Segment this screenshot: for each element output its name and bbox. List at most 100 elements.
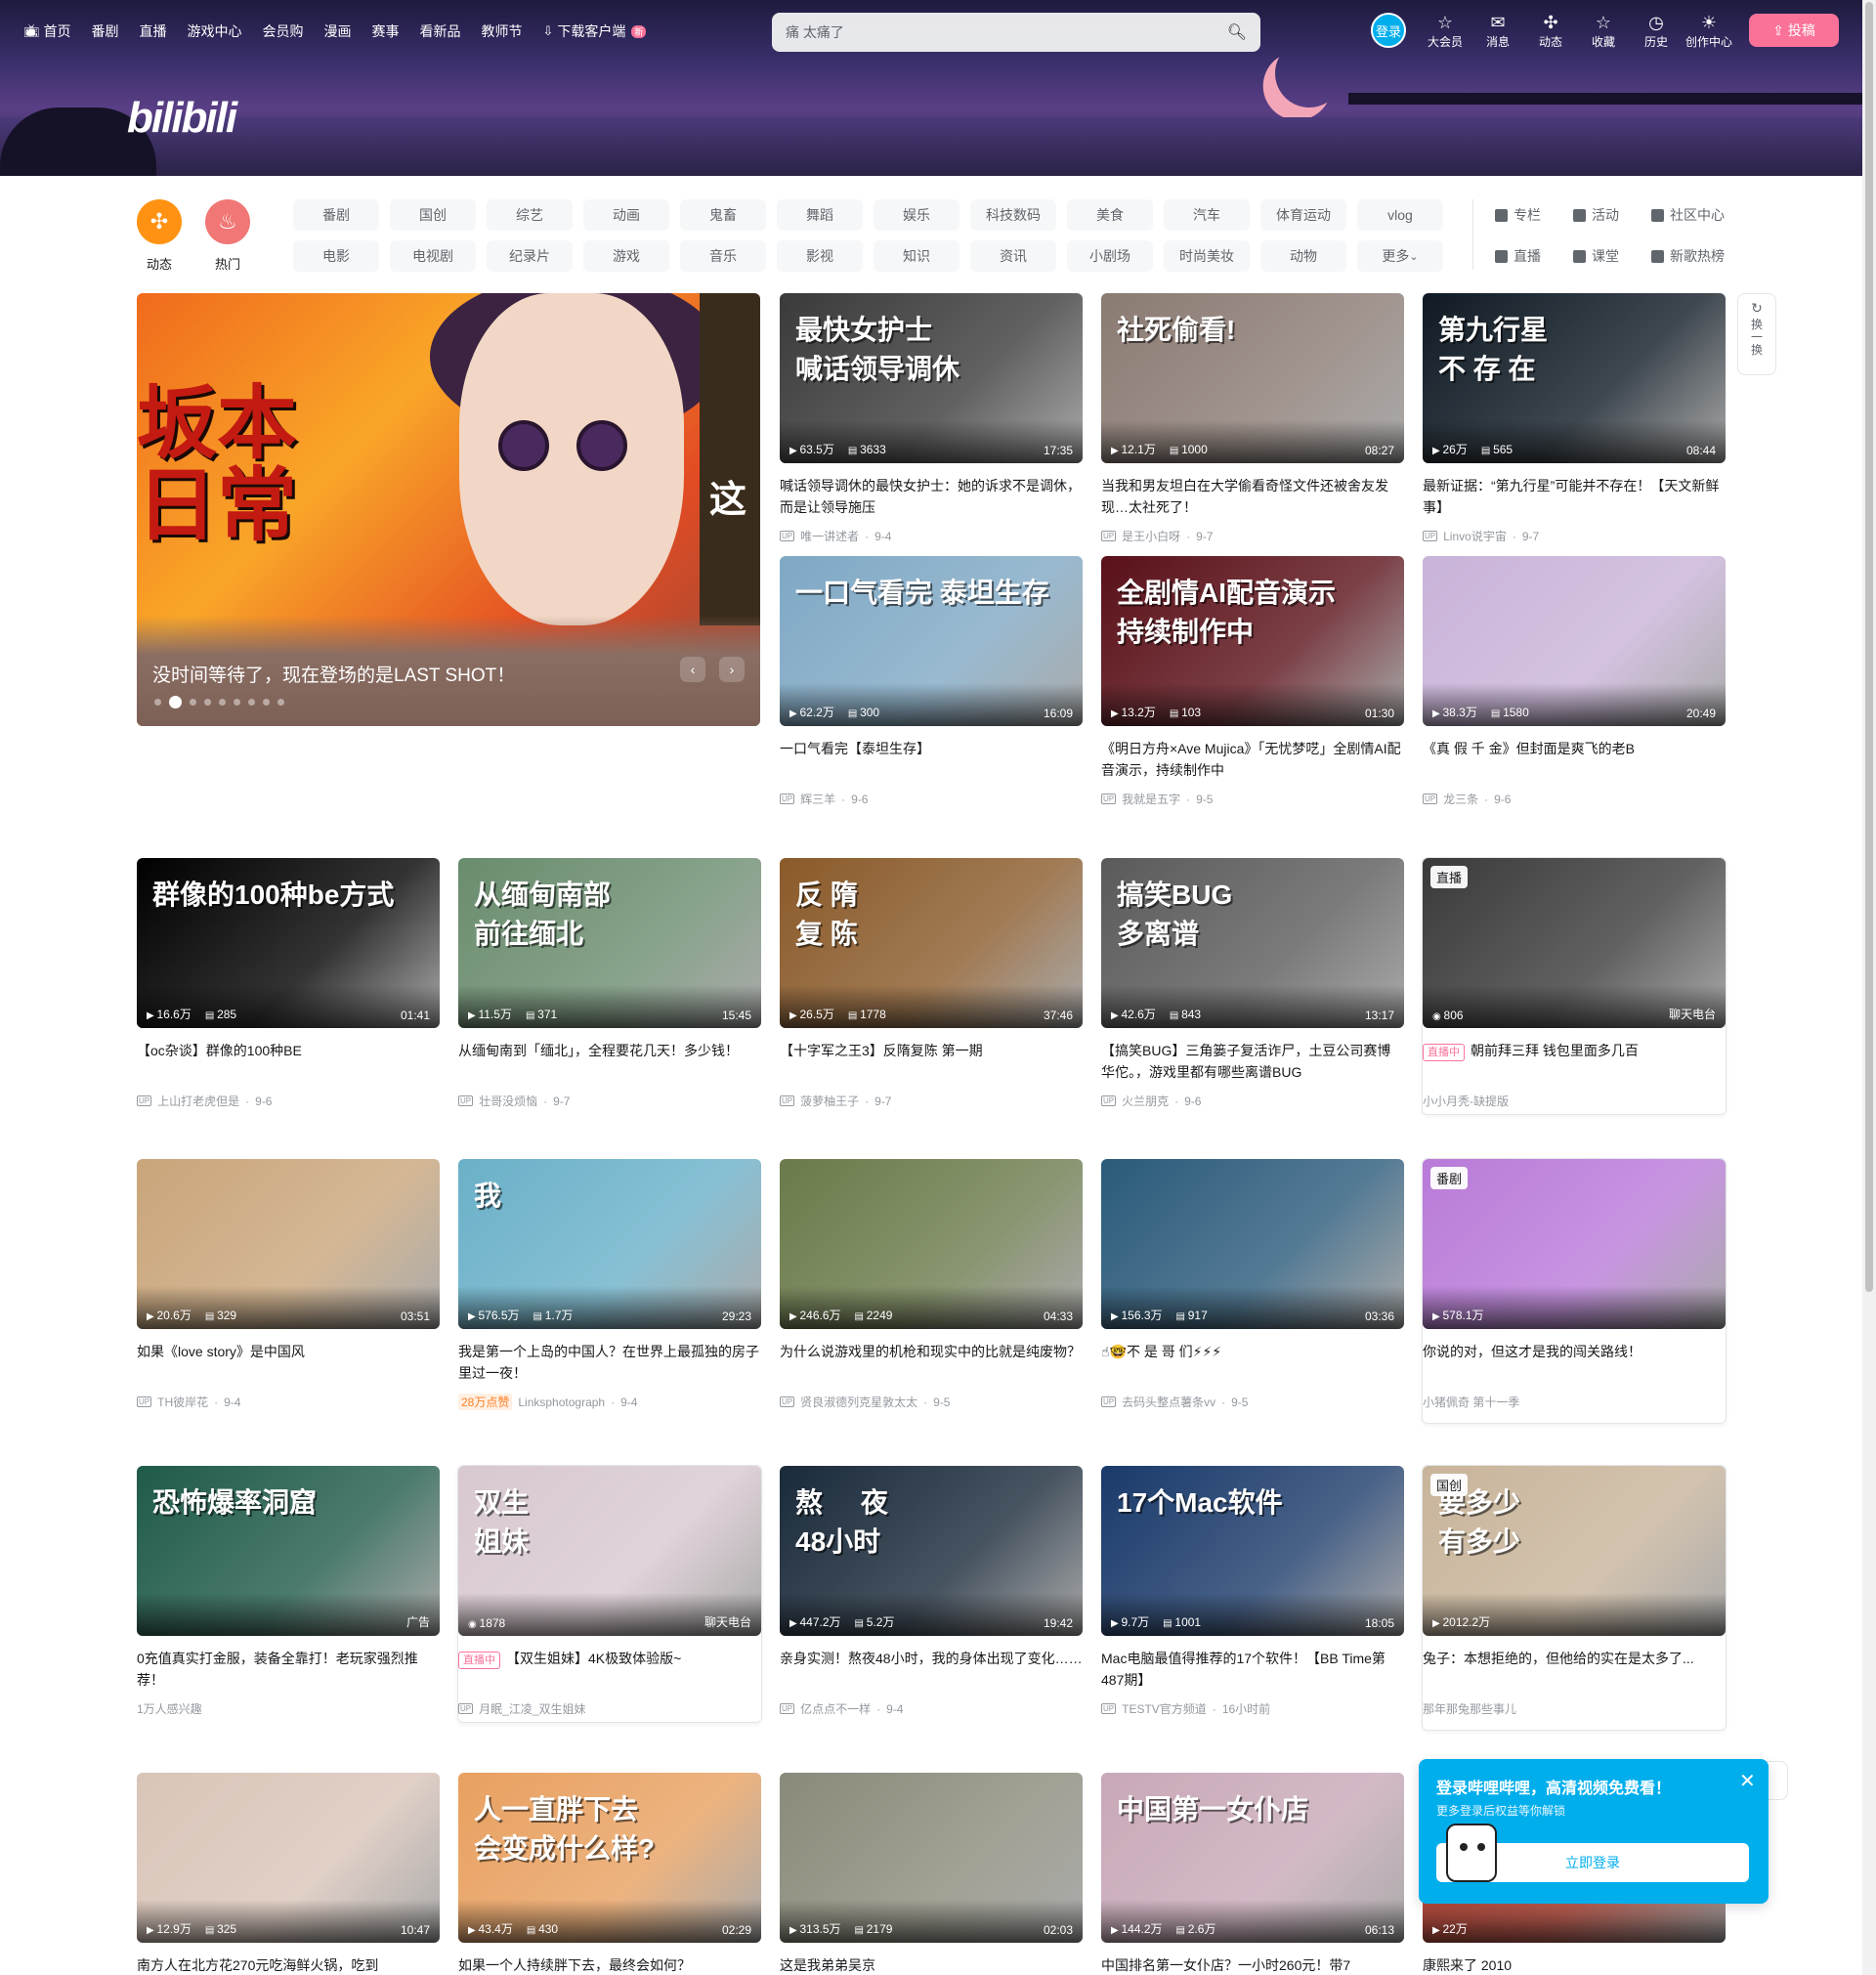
carousel-dot[interactable] xyxy=(263,699,270,706)
video-title[interactable]: 《明日方舟×Ave Mujica》「无忧梦呓」全剧情AI配音演示，持续制作中 xyxy=(1101,738,1404,781)
video-title[interactable]: 康熙来了 2010 xyxy=(1423,1954,1726,1975)
channel-6[interactable]: 娱乐 xyxy=(874,199,959,231)
video-card[interactable]: ▶ 38.3万 ▤ 1580 20:49 《真 假 千 金》但封面是爽飞的老B UP 龙三… xyxy=(1423,556,1726,807)
video-title[interactable]: 从缅甸南到「缅北」，全程要花几天！多少钱！ xyxy=(458,1040,761,1083)
video-card[interactable]: 直播 ◉ 806 聊天电台直播中 朝前拜三拜 钱包里面多几百小小月秃-缺提版 xyxy=(1423,858,1726,1109)
channel-0[interactable]: 番剧 xyxy=(293,199,379,231)
video-author[interactable]: 贤良淑德列克星敦太太 xyxy=(800,1394,917,1410)
channel-9[interactable]: 汽车 xyxy=(1164,199,1250,231)
quick-dynamic[interactable]: ✣ 动态 xyxy=(137,199,182,273)
video-title[interactable]: 【oc杂谈】群像的100种BE xyxy=(137,1040,440,1083)
right-nav-item[interactable]: ☆ 收藏 xyxy=(1577,12,1630,50)
video-card[interactable]: 熬 夜 48小时 ▶ 447.2万 ▤ 5.2万 19:42 亲身实测！熬夜48小时，我… xyxy=(780,1466,1083,1717)
channel-2[interactable]: 综艺 xyxy=(487,199,573,231)
video-author[interactable]: 1万人感兴趣 xyxy=(137,1700,202,1717)
carousel-dot[interactable] xyxy=(154,699,161,706)
video-title[interactable]: 一口气看完【泰坦生存】 xyxy=(780,738,1083,781)
carousel-dot-active[interactable] xyxy=(169,696,182,708)
video-thumbnail[interactable]: 一口气看完 泰坦生存 ▶ 62.2万 ▤ 300 16:09 xyxy=(780,556,1083,726)
video-thumbnail[interactable]: 直播 ◉ 806 聊天电台 xyxy=(1423,858,1726,1028)
right-nav-item[interactable]: ◷ 历史 xyxy=(1630,12,1683,50)
video-card[interactable]: 从缅甸南部 前往缅北 ▶ 11.5万 ▤ 371 15:45 从缅甸南到「缅北」，全程要… xyxy=(458,858,761,1109)
video-title[interactable]: 《真 假 千 金》但封面是爽飞的老B xyxy=(1423,738,1726,781)
video-card[interactable]: 中国第一女仆店 ▶ 144.2万 ▤ 2.6万 06:13 中国排名第一女仆店？一小时2… xyxy=(1101,1773,1404,1975)
video-author[interactable]: 小猪佩奇 第十一季 xyxy=(1423,1394,1519,1410)
side-link[interactable]: 活动 xyxy=(1573,205,1619,225)
video-author[interactable]: 小小月秃-缺提版 xyxy=(1423,1093,1509,1109)
video-thumbnail[interactable]: 番剧 ▶ 578.1万 xyxy=(1423,1159,1726,1329)
channel-3[interactable]: 动画 xyxy=(583,199,669,231)
channel-5[interactable]: 舞蹈 xyxy=(777,199,863,231)
carousel-dot[interactable] xyxy=(219,699,226,706)
video-thumbnail[interactable]: 搞笑BUG 多离谱 ▶ 42.6万 ▤ 843 13:17 xyxy=(1101,858,1404,1028)
video-thumbnail[interactable]: 社死偷看! ▶ 12.1万 ▤ 1000 08:27 xyxy=(1101,293,1404,463)
video-card[interactable]: 一口气看完 泰坦生存 ▶ 62.2万 ▤ 300 16:09 一口气看完【泰坦生存】 UP… xyxy=(780,556,1083,807)
video-card[interactable]: 社死偷看! ▶ 12.1万 ▤ 1000 08:27 当我和男友坦白在大学偷看奇怪文件还… xyxy=(1101,293,1404,544)
video-card[interactable]: ▶ 313.5万 ▤ 2179 02:03 这是我弟弟吴京 xyxy=(780,1773,1083,1975)
video-thumbnail[interactable]: ▶ 12.9万 ▤ 325 10:47 xyxy=(137,1773,440,1943)
side-link[interactable]: 专栏 xyxy=(1495,205,1541,225)
nav-item[interactable]: 番剧 xyxy=(92,21,119,41)
video-author[interactable]: 菠萝柚王子 xyxy=(800,1093,859,1109)
quick-hot[interactable]: ♨ 热门 xyxy=(205,199,250,273)
video-title[interactable]: 我是第一个上岛的中国人？在世界上最孤独的房子里过一夜！ xyxy=(458,1341,761,1384)
video-card[interactable]: 我 ▶ 576.5万 ▤ 1.7万 29:23 我是第一个上岛的中国人？在世界上最孤独的… xyxy=(458,1159,761,1410)
nav-item[interactable]: 直播 xyxy=(140,21,167,41)
video-card[interactable]: 最快女护士 喊话领导调休 ▶ 63.5万 ▤ 3633 17:35 喊话领导调休的最快女… xyxy=(780,293,1083,544)
video-card[interactable]: 人一直胖下去 会变成什么样? ▶ 43.4万 ▤ 430 02:29 如果一个人持续胖下… xyxy=(458,1773,761,1975)
video-thumbnail[interactable]: 从缅甸南部 前往缅北 ▶ 11.5万 ▤ 371 15:45 xyxy=(458,858,761,1028)
channel-23[interactable]: 更多 ⌄ xyxy=(1357,240,1443,272)
video-author[interactable]: TESTV官方频道 xyxy=(1122,1700,1207,1717)
video-title[interactable]: 为什么说游戏里的机枪和现实中的比就是纯废物？ xyxy=(780,1341,1083,1384)
video-title[interactable]: 如果《love story》是中国风 xyxy=(137,1341,440,1384)
video-thumbnail[interactable]: ▶ 38.3万 ▤ 1580 20:49 xyxy=(1423,556,1726,726)
video-thumbnail[interactable]: 双生 姐妹 ◉ 1878 聊天电台 xyxy=(458,1466,761,1636)
video-card[interactable]: 群像的100种be方式 ▶ 16.6万 ▤ 285 01:41 【oc杂谈】群像的100… xyxy=(137,858,440,1109)
channel-12[interactable]: 电影 xyxy=(293,240,379,272)
video-author[interactable]: 唯一讲述者 xyxy=(800,528,859,544)
channel-13[interactable]: 电视剧 xyxy=(390,240,476,272)
video-card[interactable]: ▶ 20.6万 ▤ 329 03:51 如果《love story》是中国风 UP TH彼… xyxy=(137,1159,440,1410)
search-input[interactable] xyxy=(786,24,1227,40)
video-card[interactable]: 恐怖爆率洞窟 广告 0充值真实打金服，装备全靠打！老玩家强烈推荐！ 1万人感兴趣 xyxy=(137,1466,440,1717)
close-icon[interactable]: ✕ xyxy=(1739,1769,1756,1793)
video-title[interactable]: 最新证据：“第九行星”可能并不存在！【天文新鲜事】 xyxy=(1423,475,1726,518)
channel-15[interactable]: 游戏 xyxy=(583,240,669,272)
video-author[interactable]: Linksphotograph xyxy=(518,1395,605,1409)
carousel-dot[interactable] xyxy=(204,699,211,706)
right-nav-item[interactable]: ☀ 创作中心 xyxy=(1683,12,1735,50)
video-title[interactable]: 当我和男友坦白在大学偷看奇怪文件还被舍友发现…太社死了！ xyxy=(1101,475,1404,518)
video-card[interactable]: 全剧情AI配音演示 持续制作中 ▶ 13.2万 ▤ 103 01:30 《明日方舟×Av… xyxy=(1101,556,1404,807)
refresh-button[interactable]: ↻ 换一换 xyxy=(1737,293,1776,375)
channel-10[interactable]: 体育运动 xyxy=(1260,199,1346,231)
video-author[interactable]: 上山打老虎但是 xyxy=(157,1093,239,1109)
video-author[interactable]: 那年那兔那些事儿 xyxy=(1423,1700,1516,1717)
channel-1[interactable]: 国创 xyxy=(390,199,476,231)
nav-item[interactable]: 📺︎ 首页 xyxy=(23,21,71,41)
video-author[interactable]: 去码头整点薯条vv xyxy=(1122,1394,1215,1410)
video-title[interactable]: ☝🤓不 是 哥 们⚡⚡⚡ xyxy=(1101,1341,1404,1384)
video-thumbnail[interactable]: 最快女护士 喊话领导调休 ▶ 63.5万 ▤ 3633 17:35 xyxy=(780,293,1083,463)
nav-item[interactable]: 赛事 xyxy=(372,21,400,41)
video-author[interactable]: 辉三羊 xyxy=(800,791,835,807)
video-thumbnail[interactable]: 17个Mac软件 ▶ 9.7万 ▤ 1001 18:05 xyxy=(1101,1466,1404,1636)
nav-item[interactable]: ⇩ 下载客户端新 xyxy=(543,21,647,41)
video-thumbnail[interactable]: ▶ 246.6万 ▤ 2249 04:33 xyxy=(780,1159,1083,1329)
carousel-dot[interactable] xyxy=(234,699,240,706)
video-card[interactable]: 番剧 ▶ 578.1万 你说的对，但这才是我的闯关路线！ 小猪佩奇 第十一季 xyxy=(1423,1159,1726,1410)
hero-carousel[interactable]: 坂本 日常 这 没时间等待了，现在登场的是LAST SHOT！ ‹ › xyxy=(137,293,760,726)
video-thumbnail[interactable]: 反 隋 复 陈 ▶ 26.5万 ▤ 1778 37:46 xyxy=(780,858,1083,1028)
video-card[interactable]: 第九行星 不 存 在 ▶ 26万 ▤ 565 08:44 最新证据：“第九行星”可能并不… xyxy=(1423,293,1726,544)
channel-18[interactable]: 知识 xyxy=(874,240,959,272)
video-card[interactable]: 要多少 有多少 国创 ▶ 2012.2万 兔子：本想拒绝的，但他给的实在是太多了...… xyxy=(1423,1466,1726,1717)
video-title[interactable]: 【搞笑BUG】三角篓子复活诈尸，土豆公司赛博华佗。，游戏里都有哪些离谱BUG xyxy=(1101,1040,1404,1083)
channel-4[interactable]: 鬼畜 xyxy=(680,199,766,231)
video-thumbnail[interactable]: 人一直胖下去 会变成什么样? ▶ 43.4万 ▤ 430 02:29 xyxy=(458,1773,761,1943)
video-title[interactable]: 亲身实测！熬夜48小时，我的身体出现了变化…… xyxy=(780,1648,1083,1691)
video-card[interactable]: 搞笑BUG 多离谱 ▶ 42.6万 ▤ 843 13:17 【搞笑BUG】三角篓子复活诈… xyxy=(1101,858,1404,1109)
video-author[interactable]: 亿点点不一样 xyxy=(800,1700,871,1717)
video-author[interactable]: 月眠_江凌_双生姐妹 xyxy=(479,1700,585,1717)
channel-14[interactable]: 纪录片 xyxy=(487,240,573,272)
video-title[interactable]: 直播中 朝前拜三拜 钱包里面多几百 xyxy=(1423,1040,1726,1083)
video-card[interactable]: 17个Mac软件 ▶ 9.7万 ▤ 1001 18:05 Mac电脑最值得推荐的17个软… xyxy=(1101,1466,1404,1717)
